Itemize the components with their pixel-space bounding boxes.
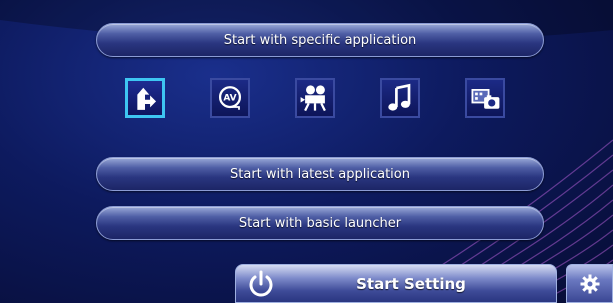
navigation-arrow-icon [137, 87, 157, 110]
settings-gear-button[interactable] [566, 264, 613, 303]
power-icon [249, 270, 273, 297]
av-input-app-button[interactable]: AV [210, 78, 250, 118]
music-app-button[interactable] [380, 78, 420, 118]
start-basic-launcher-button[interactable]: Start with basic launcher [96, 206, 544, 240]
start-latest-application-button[interactable]: Start with latest application [96, 157, 544, 191]
application-icons-row: AV [125, 78, 505, 122]
gear-icon [580, 274, 600, 294]
start-setting-button[interactable]: Start Setting [235, 264, 557, 303]
av-input-icon: AV [218, 86, 242, 110]
photo-app-button[interactable] [465, 78, 505, 118]
video-app-button[interactable] [295, 78, 335, 118]
navigation-app-button[interactable] [125, 78, 165, 118]
photo-viewer-icon [471, 89, 500, 109]
music-note-icon [388, 83, 411, 111]
svg-text:AV: AV [223, 94, 236, 104]
start-specific-application-button[interactable]: Start with specific application [96, 23, 544, 57]
video-camera-icon [300, 85, 326, 112]
launcher-screen: Start with specific application AV Start… [0, 0, 613, 303]
start-setting-label: Start Setting [356, 275, 466, 293]
